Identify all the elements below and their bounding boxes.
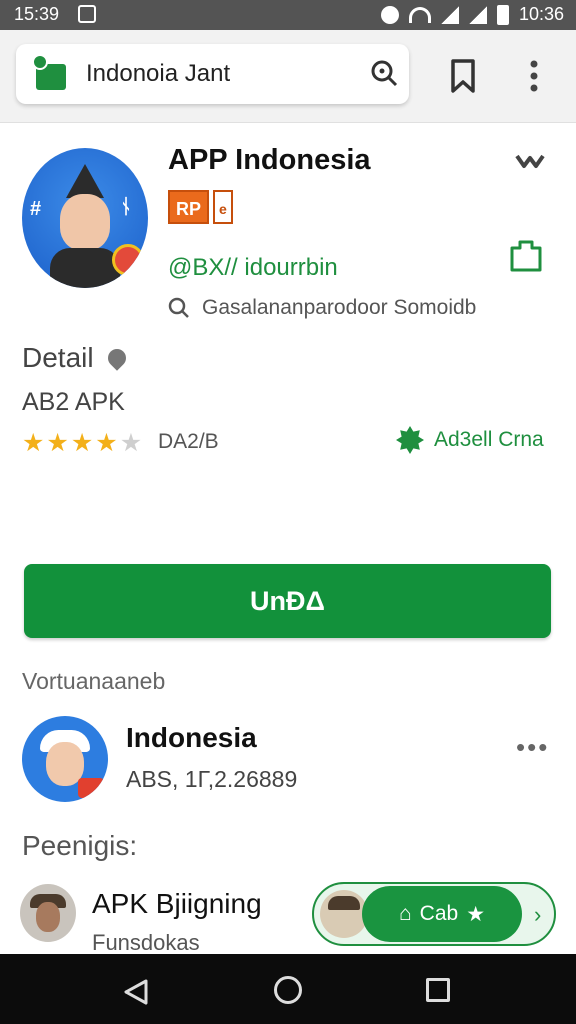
star-rating: ★ ★ ★ ★ ★	[22, 428, 142, 458]
search-row[interactable]: Gasalananparodoor Somoidb	[168, 296, 476, 320]
browser-toolbar: Indonoia Jant	[0, 30, 576, 123]
star-empty-icon: ★	[119, 429, 143, 457]
tag-secondary: e	[213, 190, 233, 224]
system-nav-bar	[0, 954, 576, 1024]
notification-icon	[78, 5, 96, 23]
recents-icon[interactable]	[426, 978, 450, 1002]
house-icon: ⌂	[398, 902, 412, 925]
status-bar: 15:39 10:36	[0, 0, 576, 30]
chip-avatar	[320, 890, 368, 938]
developer-link[interactable]: @BX// idourrbin	[168, 254, 338, 282]
alarm-icon	[380, 5, 399, 24]
version-text: AB2 APK	[22, 388, 125, 416]
location-pin-icon	[103, 345, 130, 371]
app-title: APP Indonesia	[168, 144, 371, 176]
download-button[interactable]: UnĐΔ	[24, 564, 551, 638]
bookmark-icon[interactable]	[446, 58, 480, 94]
more-vert-icon[interactable]	[524, 58, 544, 94]
search-text: Gasalananparodoor Somoidb	[202, 296, 477, 319]
search-icon[interactable]	[369, 58, 399, 88]
chevron-down-icon[interactable]	[514, 152, 546, 172]
star-icon: ★	[95, 429, 118, 457]
chip-pill[interactable]: ⌂ Cab ★	[362, 886, 522, 942]
related-section-label: Vortuanaaneb	[22, 668, 166, 694]
star-chip-icon: ★	[466, 902, 486, 926]
star-icon: ★	[46, 429, 69, 457]
rating-text: DA2/B	[158, 430, 219, 453]
chevron-right-icon[interactable]: ›	[534, 902, 541, 928]
app-tags: RP e	[168, 190, 233, 224]
battery-icon	[496, 4, 509, 25]
verified-text: Ad3ell Crna	[434, 428, 544, 451]
site-icon	[32, 54, 68, 92]
peer-avatar[interactable]	[20, 884, 76, 942]
share-icon[interactable]	[506, 236, 546, 276]
chip-label: Cab	[419, 902, 459, 925]
address-bar[interactable]: Indonoia Jant	[16, 44, 409, 104]
peers-section-label: Peenigis:	[22, 830, 138, 861]
detail-heading: Detail	[22, 342, 130, 374]
url-text[interactable]: Indonoia Jant	[86, 60, 230, 88]
peer-title[interactable]: APK Bjiigning	[92, 888, 262, 920]
related-app-icon[interactable]	[22, 716, 108, 802]
more-horiz-icon[interactable]: •••	[516, 732, 549, 763]
related-app-title[interactable]: Indonesia	[126, 722, 257, 754]
peer-subtitle: Funsdokas	[92, 930, 200, 955]
verified-badge-icon	[396, 426, 424, 454]
related-app-subtitle: ABS, 1Γ,2.26889	[126, 766, 298, 792]
status-time-left: 15:39	[14, 4, 60, 24]
back-icon[interactable]	[122, 978, 150, 1006]
search-small-icon	[168, 297, 189, 318]
detail-label: Detail	[22, 342, 94, 373]
home-icon[interactable]	[274, 976, 302, 1004]
wifi-icon	[408, 6, 431, 23]
signal-icon	[440, 5, 459, 24]
verified-label[interactable]: Ad3ell Crna	[396, 426, 544, 454]
app-icon: # ᚾ	[22, 148, 148, 288]
status-icons: 10:36	[380, 4, 564, 25]
star-icon: ★	[70, 429, 94, 457]
tag-primary: RP	[168, 190, 210, 224]
status-time-right: 10:36	[518, 4, 564, 24]
star-icon: ★	[22, 429, 45, 457]
floating-action-chip[interactable]: ⌂ Cab ★ ›	[312, 882, 556, 946]
signal-icon-2	[468, 5, 487, 24]
